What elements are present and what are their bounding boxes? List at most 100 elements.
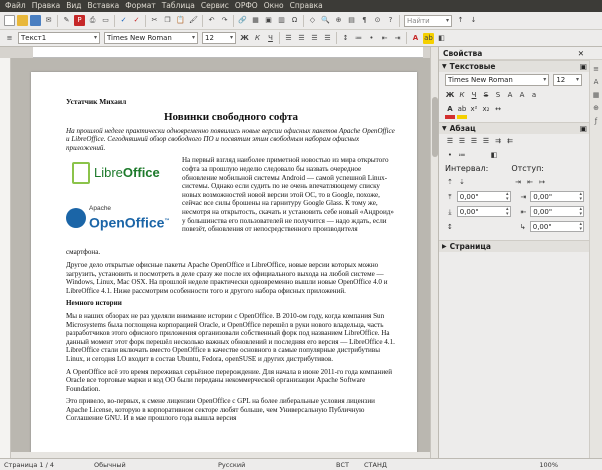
subscript-icon[interactable]: x₂ xyxy=(481,104,491,114)
document-content[interactable]: Устатчик Михаил Новинки свободного софта… xyxy=(66,97,396,423)
status-insert-mode[interactable]: ВСТ xyxy=(332,461,360,469)
find-previous-icon[interactable]: ↑ xyxy=(455,15,466,26)
italic-icon[interactable]: К xyxy=(457,90,467,100)
align-right-icon[interactable]: ☰ xyxy=(309,33,320,44)
superscript-icon[interactable]: x² xyxy=(469,104,479,114)
undo-icon[interactable]: ↶ xyxy=(206,15,217,26)
menu-insert[interactable]: Вставка xyxy=(85,0,123,12)
page-section-header[interactable]: ▶ Страница xyxy=(439,240,590,252)
copy-icon[interactable]: ❐ xyxy=(162,15,173,26)
shadow-icon[interactable]: S xyxy=(493,90,503,100)
spinner-arrows-icon[interactable]: ▴ ▾ xyxy=(579,221,583,232)
bold-icon[interactable]: Ж xyxy=(239,33,250,44)
menu-format[interactable]: Формат xyxy=(122,0,158,12)
menu-view[interactable]: Вид xyxy=(63,0,84,12)
status-selection-mode[interactable]: СТАНД xyxy=(360,461,396,469)
status-page[interactable]: Страница 1 / 4 xyxy=(0,461,90,469)
cut-icon[interactable]: ✂ xyxy=(149,15,160,26)
show-draw-icon[interactable]: ◇ xyxy=(307,15,318,26)
below-spacing-field[interactable]: 0,00" ▴ ▾ xyxy=(456,206,511,217)
find-replace-icon[interactable]: 🔍 xyxy=(320,15,331,26)
styles-tab-icon[interactable]: A xyxy=(592,78,601,87)
print-icon[interactable]: ⎙ xyxy=(87,15,98,26)
help-icon[interactable]: ? xyxy=(385,15,396,26)
spinner-arrows-icon[interactable]: ▴ ▾ xyxy=(506,206,510,217)
status-language[interactable]: Русский xyxy=(214,461,332,469)
chart-icon[interactable]: ▥ xyxy=(276,15,287,26)
nonprinting-chars-icon[interactable]: ¶ xyxy=(359,15,370,26)
menu-window[interactable]: Окно xyxy=(261,0,287,12)
bold-icon[interactable]: Ж xyxy=(445,90,455,100)
logo-image[interactable]: LibreOffice Apache OpenOffice™ xyxy=(66,156,176,248)
spinner-arrows-icon[interactable]: ▴ ▾ xyxy=(579,206,583,217)
menu-edit[interactable]: Правка xyxy=(29,0,64,12)
horizontal-ruler[interactable] xyxy=(33,47,423,58)
menu-tools[interactable]: Сервис xyxy=(198,0,232,12)
decrease-indent-icon[interactable]: ⇤ xyxy=(525,177,535,187)
align-justify-icon[interactable]: ☰ xyxy=(481,136,491,146)
hanging-indent-icon[interactable]: ↦ xyxy=(537,177,547,187)
numbering-icon[interactable]: ≔ xyxy=(353,33,364,44)
table-icon[interactable]: ▦ xyxy=(250,15,261,26)
paragraph-background-icon[interactable]: ◧ xyxy=(489,150,499,160)
font-name-select[interactable]: Times New Roman ▾ xyxy=(104,32,198,44)
underline-icon[interactable]: Ч xyxy=(469,90,479,100)
vertical-ruler[interactable] xyxy=(0,58,11,458)
edit-mode-icon[interactable]: ✎ xyxy=(61,15,72,26)
italic-icon[interactable]: К xyxy=(252,33,263,44)
paragraph-style-select[interactable]: Текст1 ▾ xyxy=(18,32,100,44)
char-spacing-icon[interactable]: ↔ xyxy=(493,104,503,114)
text-direction-ltr-icon[interactable]: ⇉ xyxy=(493,136,503,146)
menu-file[interactable]: Файл xyxy=(2,0,29,12)
after-indent-field[interactable]: 0,00" ▴ ▾ xyxy=(530,206,584,217)
text-direction-rtl-icon[interactable]: ⇇ xyxy=(505,136,515,146)
increase-indent-icon[interactable]: ⇥ xyxy=(392,33,403,44)
export-pdf-icon[interactable]: P xyxy=(74,15,85,26)
increase-indent-icon[interactable]: ⇥ xyxy=(513,177,523,187)
zoom-icon[interactable]: ⊙ xyxy=(372,15,383,26)
align-justify-icon[interactable]: ☰ xyxy=(322,33,333,44)
functions-tab-icon[interactable]: ƒ xyxy=(592,117,601,126)
align-left-icon[interactable]: ☰ xyxy=(283,33,294,44)
sidebar-font-select[interactable]: Times New Roman ▾ xyxy=(445,74,550,86)
new-document-icon[interactable] xyxy=(4,15,15,26)
spellcheck-icon[interactable]: ✓ xyxy=(118,15,129,26)
menu-table[interactable]: Таблица xyxy=(159,0,198,12)
open-folder-icon[interactable] xyxy=(17,15,28,26)
align-left-icon[interactable]: ☰ xyxy=(445,136,455,146)
numbering-icon[interactable]: ≔ xyxy=(457,150,467,160)
spinner-arrows-icon[interactable]: ▴ ▾ xyxy=(579,191,583,202)
print-preview-icon[interactable]: ▭ xyxy=(100,15,111,26)
gallery-icon[interactable]: ▤ xyxy=(346,15,357,26)
more-options-icon[interactable]: ▣ xyxy=(580,62,587,71)
menu-orfo[interactable]: ОРФО xyxy=(232,0,261,12)
redo-icon[interactable]: ↷ xyxy=(219,15,230,26)
status-page-style[interactable]: Обычный xyxy=(90,461,214,469)
font-size-select[interactable]: 12 ▾ xyxy=(202,32,236,44)
align-center-icon[interactable]: ☰ xyxy=(457,136,467,146)
first-line-indent-field[interactable]: 0,00" ▴ ▾ xyxy=(529,221,584,232)
more-options-icon[interactable]: ▣ xyxy=(580,124,587,133)
decrease-spacing-icon[interactable]: ⇣ xyxy=(457,177,467,187)
bullets-icon[interactable]: • xyxy=(445,150,455,160)
special-char-icon[interactable]: Ω xyxy=(289,15,300,26)
paragraph-section-header[interactable]: ▼ Абзац ▣ xyxy=(439,122,590,134)
above-spacing-field[interactable]: 0,00" ▴ ▾ xyxy=(456,191,511,202)
strikethrough-icon[interactable]: S xyxy=(481,90,491,100)
find-next-icon[interactable]: ↓ xyxy=(468,15,479,26)
menu-help[interactable]: Справка xyxy=(287,0,326,12)
image-icon[interactable]: ▣ xyxy=(263,15,274,26)
font-color-icon[interactable]: A xyxy=(445,104,455,119)
navigator-icon[interactable]: ⊕ xyxy=(333,15,344,26)
clone-format-icon[interactable]: 🖌 xyxy=(188,15,199,26)
increase-spacing-icon[interactable]: ⇡ xyxy=(445,177,455,187)
paste-icon[interactable]: 📋 xyxy=(175,15,186,26)
find-input[interactable]: Найти ▾ xyxy=(404,14,452,27)
close-icon[interactable]: ✕ xyxy=(578,49,598,58)
underline-icon[interactable]: Ч xyxy=(265,33,276,44)
highlight-icon[interactable]: ab xyxy=(423,32,434,44)
bullets-icon[interactable]: • xyxy=(366,33,377,44)
save-icon[interactable] xyxy=(30,15,41,26)
font-color-icon[interactable]: A xyxy=(410,33,421,44)
before-indent-field[interactable]: 0,00" ▴ ▾ xyxy=(530,191,584,202)
